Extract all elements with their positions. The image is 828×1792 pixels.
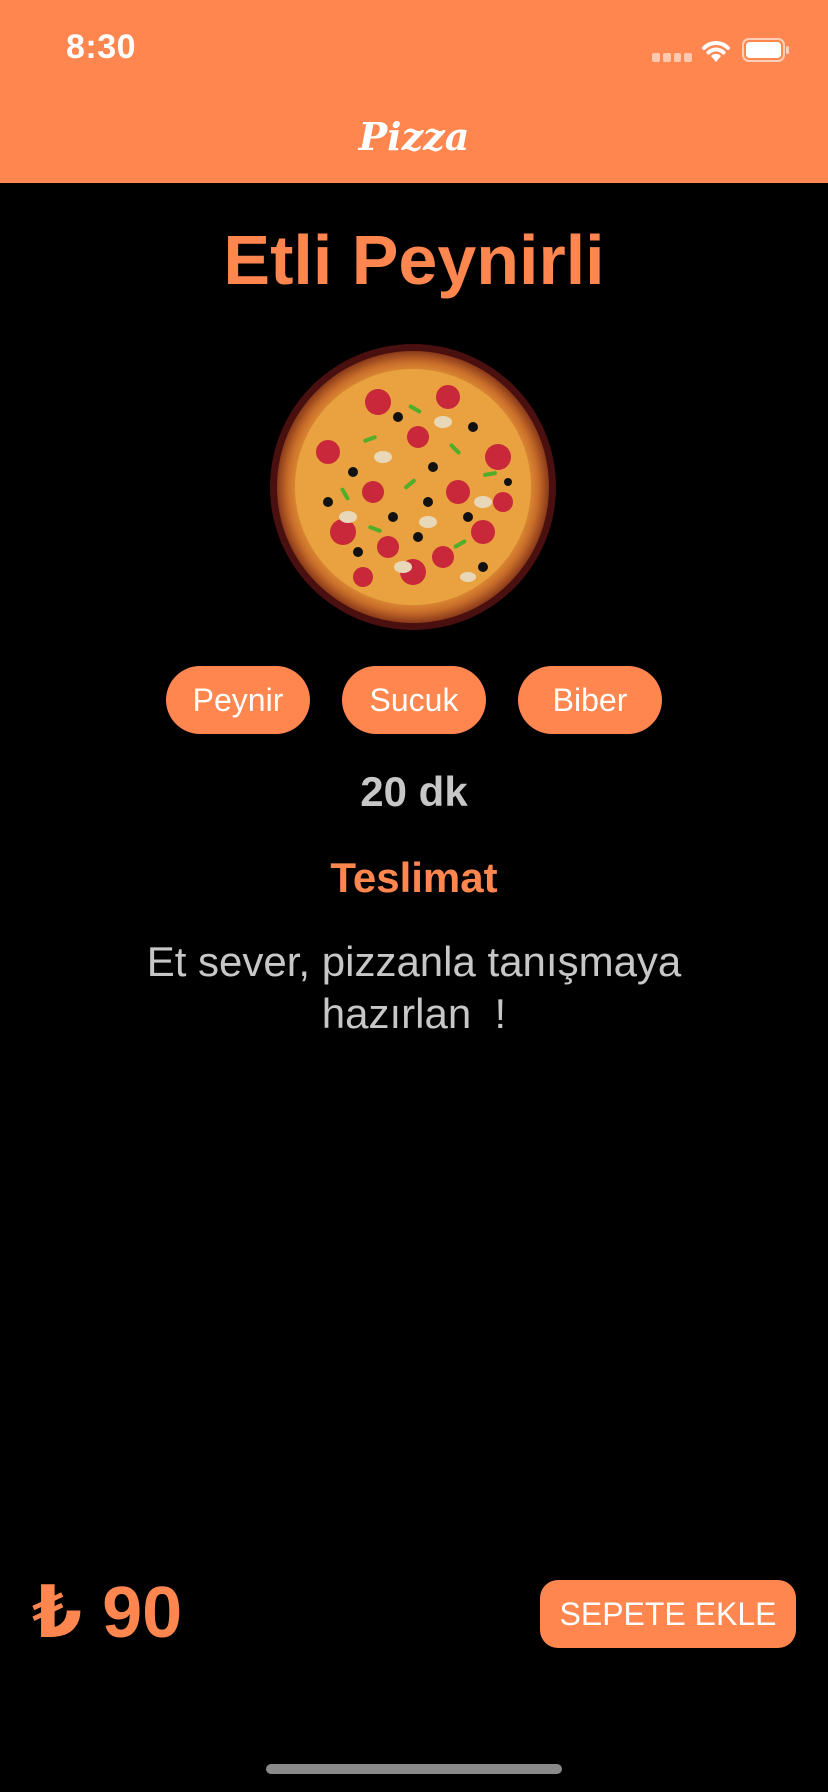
ingredient-chip-biber[interactable]: Biber: [518, 666, 662, 734]
nav-title: Pizza: [358, 114, 470, 159]
ingredient-chip-sucuk[interactable]: Sucuk: [342, 666, 486, 734]
delivery-label: Teslimat: [330, 854, 498, 901]
header-bar: 8:30 Pizza: [0, 0, 828, 183]
product-title: Etli Peynirli: [223, 221, 605, 299]
wifi-icon: [702, 41, 730, 62]
product-description: Et sever, pizzanla tanışmaya hazırlan !: [146, 938, 682, 1037]
pizza-image: [270, 344, 556, 630]
delivery-time: 20 dk: [360, 768, 468, 815]
status-time: 8:30: [66, 28, 137, 66]
product-price: ₺ 90: [32, 1573, 183, 1653]
cellular-signal-icon: [652, 53, 692, 62]
home-indicator[interactable]: [266, 1764, 562, 1774]
ingredient-chip-peynir[interactable]: Peynir: [166, 666, 310, 734]
battery-icon: [742, 38, 789, 62]
pizza-detail-screen: 8:30 Pizza Etli Peynirli Peynir Sucuk Bi…: [0, 0, 828, 1792]
ingredient-chips: Peynir Sucuk Biber: [0, 666, 828, 734]
add-to-cart-button[interactable]: SEPETE EKLE: [540, 1580, 796, 1648]
